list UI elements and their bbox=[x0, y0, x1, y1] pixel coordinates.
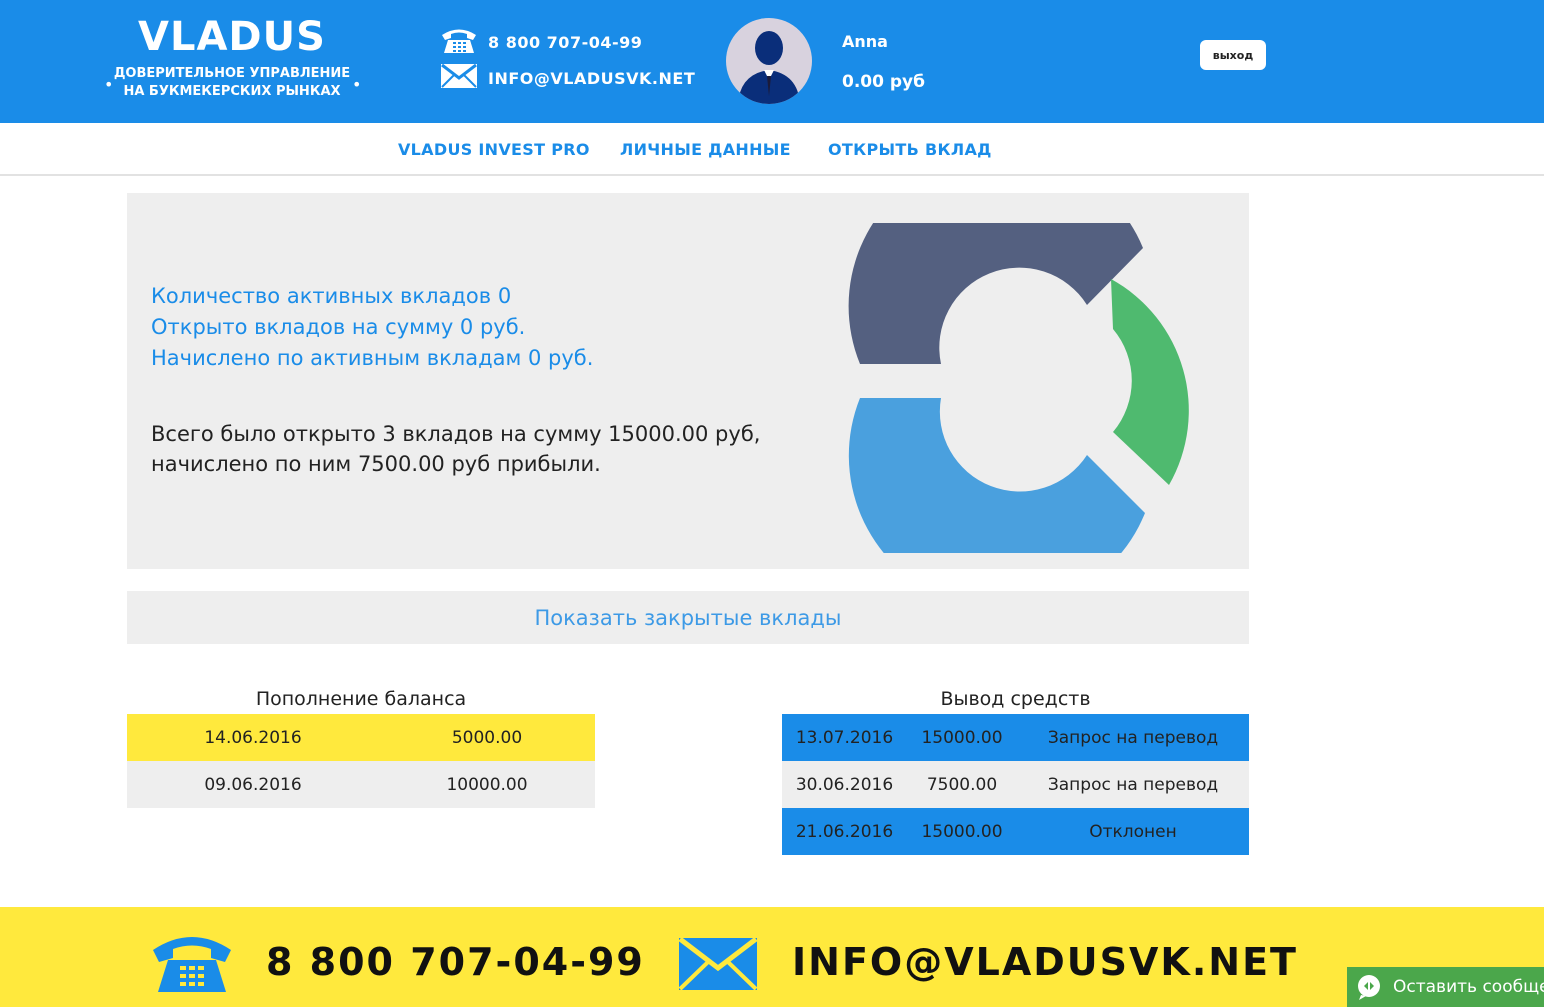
deposit-amount: 5000.00 bbox=[451, 727, 523, 748]
header-phone[interactable]: 8 800 707-04-99 bbox=[440, 26, 642, 58]
table-row: 14.06.2016 5000.00 bbox=[127, 714, 595, 761]
mail-icon bbox=[440, 62, 478, 94]
table-row: 13.07.2016 15000.00 Запрос на перевод bbox=[782, 714, 1249, 761]
open-deposits-sum: Открыто вкладов на сумму 0 руб. bbox=[151, 315, 526, 339]
withdrawal-date: 30.06.2016 bbox=[795, 774, 894, 795]
logo-subtitle-line2: НА БУКМЕКЕРСКИХ РЫНКАХ bbox=[123, 84, 341, 99]
user-silhouette-icon bbox=[738, 31, 800, 104]
accrued-amount: Начислено по активным вкладам 0 руб. bbox=[151, 346, 594, 370]
phone-icon bbox=[150, 930, 234, 998]
withdrawal-amount: 15000.00 bbox=[921, 727, 1003, 748]
withdrawal-amount: 15000.00 bbox=[921, 821, 1003, 842]
deposit-date: 14.06.2016 bbox=[204, 727, 302, 748]
user-balance: 0.00 руб bbox=[842, 72, 925, 92]
table-row: 09.06.2016 10000.00 bbox=[127, 761, 595, 808]
donut-segment-blue bbox=[848, 398, 1145, 553]
footer-phone[interactable]: 8 800 707-04-99 bbox=[266, 940, 645, 984]
nav-item-invest-pro[interactable]: VLADUS INVEST PRO bbox=[398, 140, 590, 159]
leave-message-label: Оставить сообщение bbox=[1393, 977, 1544, 997]
footer-email[interactable]: INFO@VLADUSVK.NET bbox=[792, 940, 1298, 984]
site-header: VLADUS • ДОВЕРИТЕЛЬНОЕ УПРАВЛЕНИЕ НА БУК… bbox=[0, 0, 1544, 123]
table-row: 30.06.2016 7500.00 Запрос на перевод bbox=[782, 761, 1249, 808]
withdrawals-table-title: Вывод средств bbox=[940, 688, 1091, 710]
withdrawal-amount: 7500.00 bbox=[926, 774, 998, 795]
deposit-donut-chart bbox=[848, 223, 1189, 553]
logout-button[interactable]: выход bbox=[1200, 40, 1266, 70]
active-deposits-count: Количество активных вкладов 0 bbox=[151, 284, 512, 308]
withdrawal-date: 13.07.2016 bbox=[795, 727, 894, 748]
deposit-amount: 10000.00 bbox=[446, 774, 528, 795]
header-phone-text: 8 800 707-04-99 bbox=[488, 32, 643, 52]
show-closed-deposits-button[interactable]: Показать закрытые вклады bbox=[127, 591, 1249, 644]
mail-icon bbox=[678, 936, 758, 996]
summary-line-2: начислено по ним 7500.00 руб прибыли. bbox=[151, 452, 601, 476]
header-email-text: INFO@VLADUSVK.NET bbox=[488, 68, 696, 88]
withdrawal-status: Запрос на перевод bbox=[1047, 727, 1219, 748]
chat-bubble-icon bbox=[1355, 973, 1383, 1001]
logo-title[interactable]: VLADUS bbox=[138, 14, 326, 60]
donut-segment-dark bbox=[848, 223, 1143, 364]
leave-message-button[interactable]: Оставить сообщение bbox=[1347, 967, 1544, 1007]
withdrawal-date: 21.06.2016 bbox=[795, 821, 894, 842]
nav-item-open-deposit[interactable]: ОТКРЫТЬ ВКЛАД bbox=[828, 140, 992, 159]
logo-dot: • bbox=[352, 75, 362, 94]
logo-subtitle-line1: ДОВЕРИТЕЛЬНОЕ УПРАВЛЕНИЕ bbox=[113, 66, 351, 81]
deposits-table-title: Пополнение баланса bbox=[255, 688, 467, 710]
user-name: Anna bbox=[842, 32, 888, 51]
nav-item-personal-data[interactable]: ЛИЧНЫЕ ДАННЫЕ bbox=[620, 140, 791, 159]
deposit-date: 09.06.2016 bbox=[204, 774, 302, 795]
logo-subtitle: ДОВЕРИТЕЛЬНОЕ УПРАВЛЕНИЕ НА БУКМЕКЕРСКИХ… bbox=[100, 65, 364, 101]
summary-line-1: Всего было открыто 3 вкладов на сумму 15… bbox=[151, 422, 761, 446]
main-nav: VLADUS INVEST PRO ЛИЧНЫЕ ДАННЫЕ ОТКРЫТЬ … bbox=[0, 123, 1544, 176]
deposit-stats-panel: Количество активных вкладов 0 Открыто вк… bbox=[127, 193, 1249, 569]
header-email[interactable]: INFO@VLADUSVK.NET bbox=[440, 62, 695, 94]
donut-segment-green bbox=[1111, 279, 1189, 485]
avatar[interactable] bbox=[726, 18, 812, 104]
withdrawal-status: Отклонен bbox=[1089, 821, 1177, 842]
withdrawal-status: Запрос на перевод bbox=[1047, 774, 1219, 795]
table-row: 21.06.2016 15000.00 Отклонен bbox=[782, 808, 1249, 855]
phone-icon bbox=[440, 26, 478, 58]
